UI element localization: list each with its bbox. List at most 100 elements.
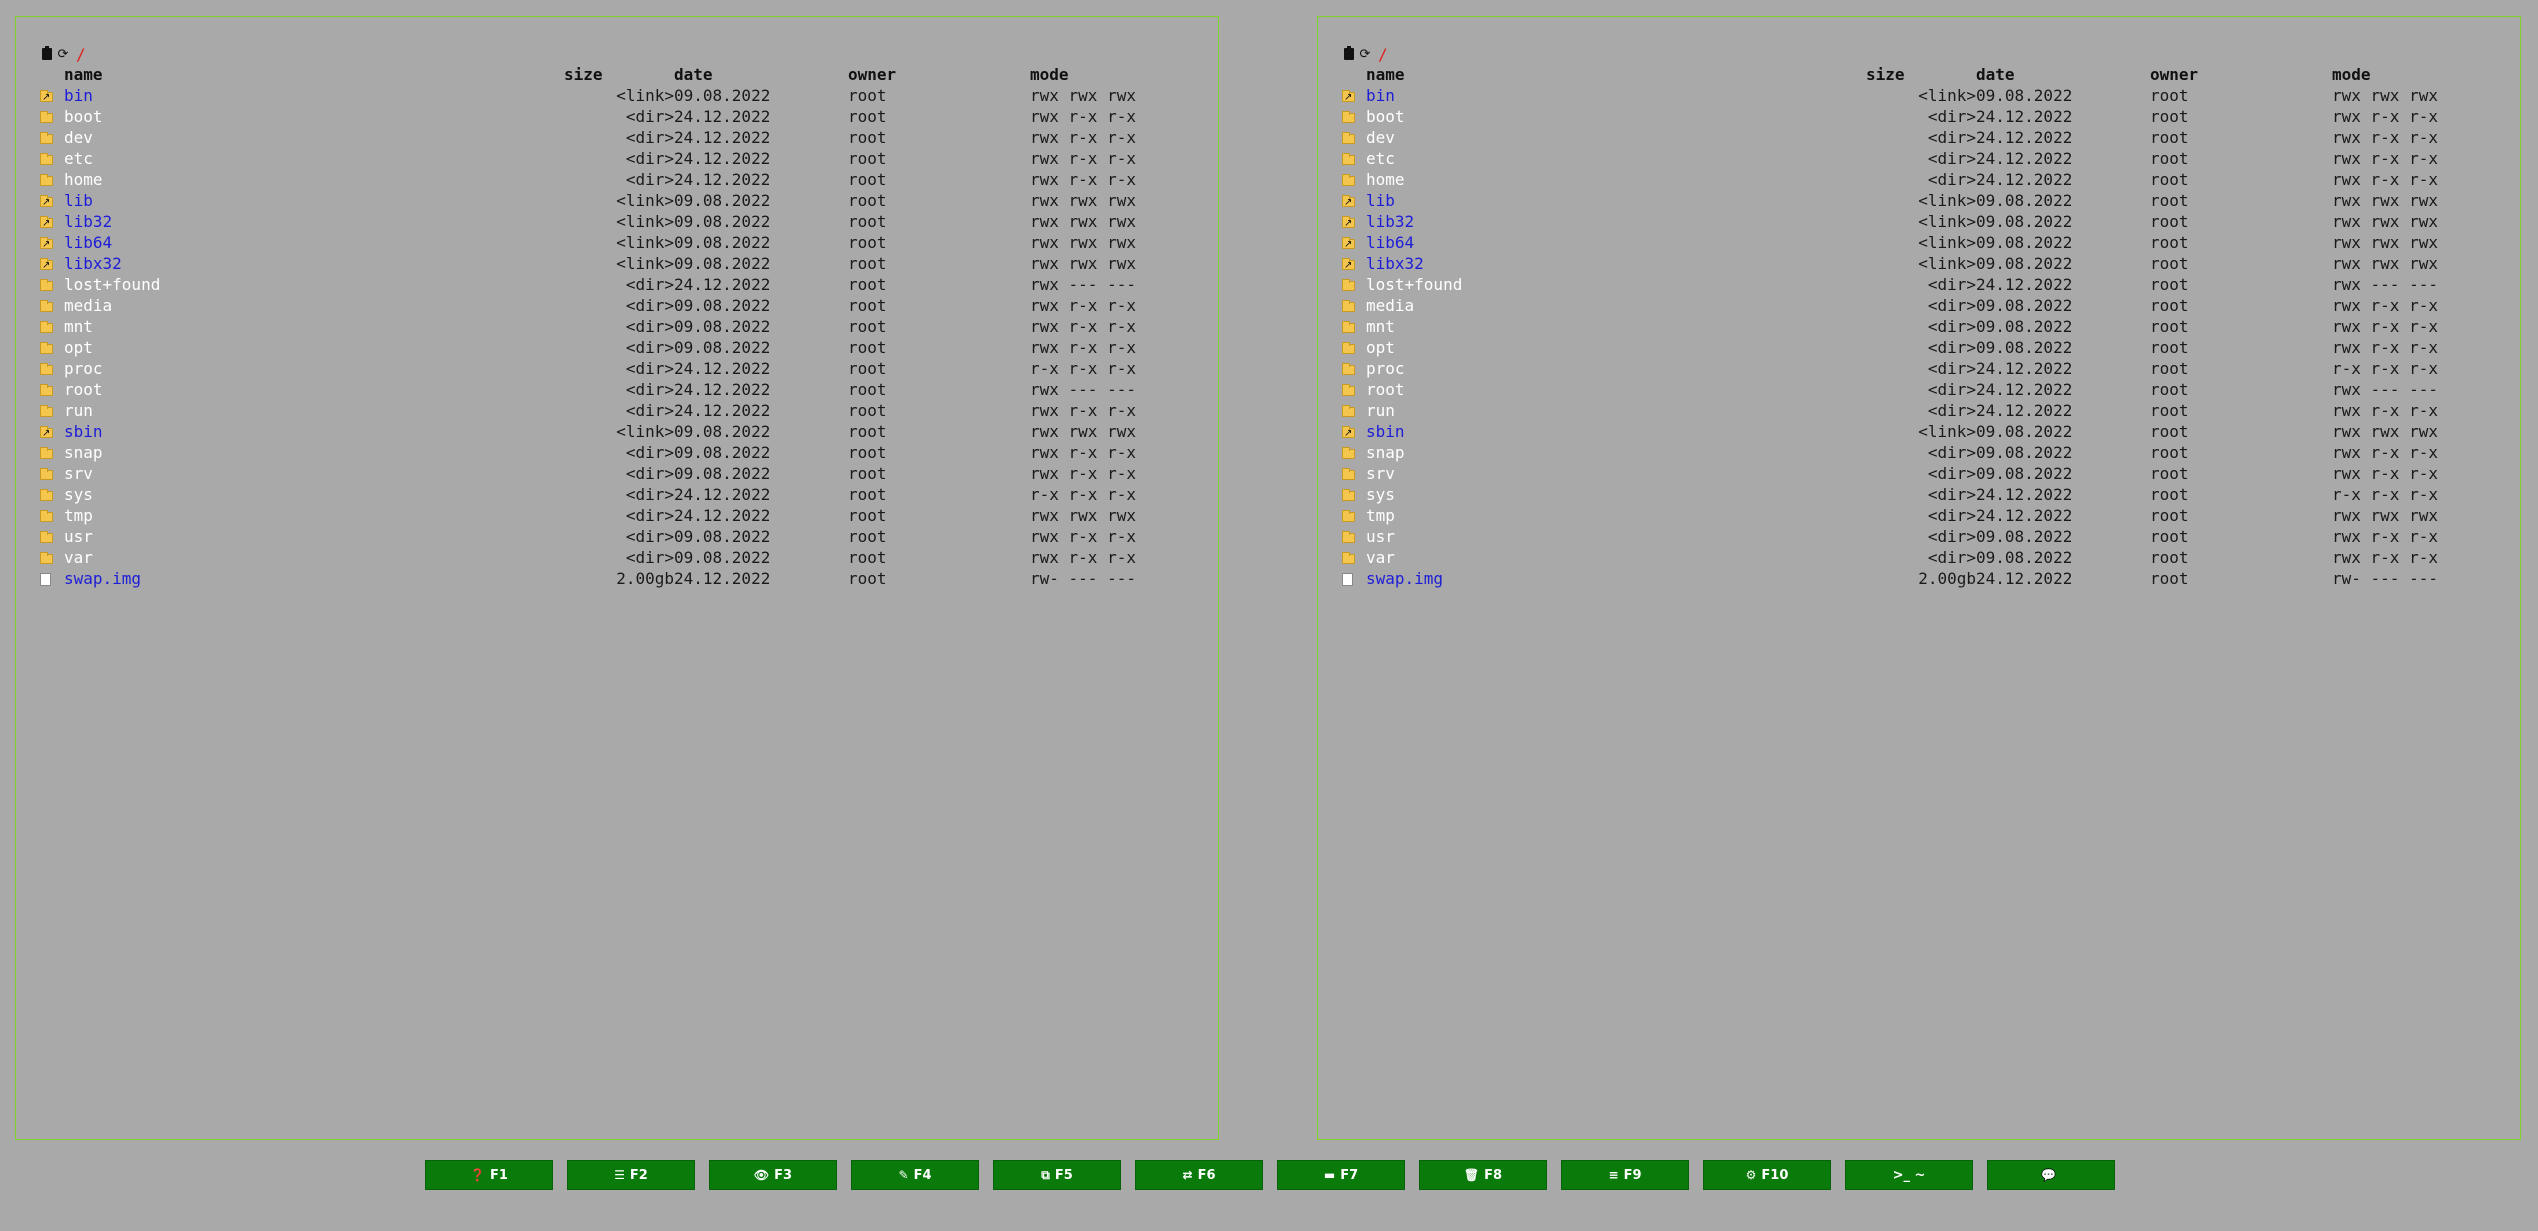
- table-row[interactable]: var <dir> 09.08.2022 root rwx r-x r-x: [1342, 547, 2492, 568]
- file-name[interactable]: boot: [64, 106, 564, 127]
- table-row[interactable]: boot <dir> 24.12.2022 root rwx r-x r-x: [40, 106, 1190, 127]
- owner-column-header[interactable]: owner: [848, 64, 1030, 85]
- function-key-4-button[interactable]: ✎ F4: [851, 1160, 979, 1190]
- mode-column-header[interactable]: mode: [1030, 64, 1190, 85]
- file-name[interactable]: dev: [64, 127, 564, 148]
- file-name[interactable]: boot: [1366, 106, 1866, 127]
- function-key-5-button[interactable]: ⧉ F5: [993, 1160, 1121, 1190]
- current-path[interactable]: /: [1378, 45, 1388, 64]
- file-name[interactable]: media: [64, 295, 564, 316]
- file-name[interactable]: var: [64, 547, 564, 568]
- table-row[interactable]: lib64 <link>09.08.2022 root rwx rwx rwx: [40, 232, 1190, 255]
- file-name[interactable]: srv: [1366, 463, 1866, 484]
- right-panel[interactable]: ⟳ / name size date owner mode bin<link>0…: [1317, 16, 2521, 1140]
- file-name[interactable]: run: [64, 400, 564, 421]
- file-name[interactable]: lib64: [64, 232, 564, 253]
- table-row[interactable]: sbin <link>09.08.2022 root rwx rwx rwx: [40, 421, 1190, 444]
- function-key-11-button[interactable]: >_ ~: [1845, 1160, 1973, 1190]
- table-row[interactable]: lost+found <dir> 24.12.2022 root rwx --- ---: [40, 274, 1190, 295]
- file-name[interactable]: usr: [64, 526, 564, 547]
- file-name[interactable]: home: [1366, 169, 1866, 190]
- table-row[interactable]: srv <dir> 09.08.2022 root rwx r-x r-x: [40, 463, 1190, 484]
- function-key-3-button[interactable]: 👁 F3: [709, 1160, 837, 1190]
- refresh-icon[interactable]: ⟳: [1358, 46, 1372, 62]
- table-row[interactable]: snap <dir> 09.08.2022 root rwx r-x r-x: [1342, 442, 2492, 463]
- file-name[interactable]: mnt: [1366, 316, 1866, 337]
- table-row[interactable]: media <dir> 09.08.2022 root rwx r-x r-x: [40, 295, 1190, 316]
- file-name[interactable]: tmp: [64, 505, 564, 526]
- file-name[interactable]: sys: [1366, 484, 1866, 505]
- table-row[interactable]: libx32 <link>09.08.2022 root rwx rwx rwx: [40, 253, 1190, 276]
- table-row[interactable]: home <dir> 24.12.2022 root rwx r-x r-x: [40, 169, 1190, 190]
- table-row[interactable]: swap.img 2.00gb 24.12.2022 root rw- --- ---: [1342, 568, 2492, 589]
- clipboard-icon[interactable]: [1342, 46, 1356, 62]
- function-key-6-button[interactable]: ⇄ F6: [1135, 1160, 1263, 1190]
- name-column-header[interactable]: name: [64, 64, 564, 85]
- file-name[interactable]: proc: [1366, 358, 1866, 379]
- table-row[interactable]: mnt <dir> 09.08.2022 root rwx r-x r-x: [1342, 316, 2492, 337]
- file-name[interactable]: sbin: [1366, 421, 1866, 442]
- file-name[interactable]: opt: [1366, 337, 1866, 358]
- file-name[interactable]: lost+found: [1366, 274, 1866, 295]
- file-name[interactable]: lib64: [1366, 232, 1866, 253]
- owner-column-header[interactable]: owner: [2150, 64, 2332, 85]
- table-row[interactable]: mnt <dir> 09.08.2022 root rwx r-x r-x: [40, 316, 1190, 337]
- table-row[interactable]: sbin <link>09.08.2022 root rwx rwx rwx: [1342, 421, 2492, 444]
- table-row[interactable]: run <dir> 24.12.2022 root rwx r-x r-x: [1342, 400, 2492, 421]
- table-row[interactable]: usr <dir> 09.08.2022 root rwx r-x r-x: [1342, 526, 2492, 547]
- table-row[interactable]: opt <dir> 09.08.2022 root rwx r-x r-x: [1342, 337, 2492, 358]
- date-column-header[interactable]: date: [1976, 64, 2150, 85]
- table-row[interactable]: dev <dir> 24.12.2022 root rwx r-x r-x: [1342, 127, 2492, 148]
- file-name[interactable]: var: [1366, 547, 1866, 568]
- table-row[interactable]: lib <link>09.08.2022 root rwx rwx rwx: [40, 190, 1190, 213]
- table-row[interactable]: proc <dir> 24.12.2022 root r-x r-x r-x: [1342, 358, 2492, 379]
- file-name[interactable]: srv: [64, 463, 564, 484]
- table-row[interactable]: proc <dir> 24.12.2022 root r-x r-x r-x: [40, 358, 1190, 379]
- table-row[interactable]: lib64 <link>09.08.2022 root rwx rwx rwx: [1342, 232, 2492, 255]
- table-row[interactable]: home <dir> 24.12.2022 root rwx r-x r-x: [1342, 169, 2492, 190]
- file-name[interactable]: root: [64, 379, 564, 400]
- file-name[interactable]: mnt: [64, 316, 564, 337]
- file-name[interactable]: sys: [64, 484, 564, 505]
- table-row[interactable]: lib32 <link>09.08.2022 root rwx rwx rwx: [40, 211, 1190, 234]
- file-name[interactable]: libx32: [1366, 253, 1866, 274]
- function-key-10-button[interactable]: ⚙ F10: [1703, 1160, 1831, 1190]
- refresh-icon[interactable]: ⟳: [56, 46, 70, 62]
- file-name[interactable]: etc: [64, 148, 564, 169]
- table-row[interactable]: boot <dir> 24.12.2022 root rwx r-x r-x: [1342, 106, 2492, 127]
- table-row[interactable]: lib32 <link>09.08.2022 root rwx rwx rwx: [1342, 211, 2492, 234]
- table-row[interactable]: etc <dir> 24.12.2022 root rwx r-x r-x: [40, 148, 1190, 169]
- file-name[interactable]: sbin: [64, 421, 564, 442]
- file-name[interactable]: dev: [1366, 127, 1866, 148]
- file-name[interactable]: etc: [1366, 148, 1866, 169]
- table-row[interactable]: sys <dir> 24.12.2022 root r-x r-x r-x: [40, 484, 1190, 505]
- table-row[interactable]: media <dir> 09.08.2022 root rwx r-x r-x: [1342, 295, 2492, 316]
- table-row[interactable]: bin <link>09.08.2022 root rwx rwx rwx: [1342, 85, 2492, 108]
- date-column-header[interactable]: date: [674, 64, 848, 85]
- file-name[interactable]: tmp: [1366, 505, 1866, 526]
- table-row[interactable]: srv <dir> 09.08.2022 root rwx r-x r-x: [1342, 463, 2492, 484]
- file-name[interactable]: media: [1366, 295, 1866, 316]
- table-row[interactable]: swap.img 2.00gb 24.12.2022 root rw- --- ---: [40, 568, 1190, 589]
- table-row[interactable]: etc <dir> 24.12.2022 root rwx r-x r-x: [1342, 148, 2492, 169]
- table-row[interactable]: tmp <dir> 24.12.2022 root rwx rwx rwx: [40, 505, 1190, 526]
- file-name[interactable]: home: [64, 169, 564, 190]
- file-name[interactable]: swap.img: [64, 568, 564, 589]
- file-name[interactable]: lib32: [64, 211, 564, 232]
- table-row[interactable]: var <dir> 09.08.2022 root rwx r-x r-x: [40, 547, 1190, 568]
- table-row[interactable]: dev <dir> 24.12.2022 root rwx r-x r-x: [40, 127, 1190, 148]
- table-row[interactable]: opt <dir> 09.08.2022 root rwx r-x r-x: [40, 337, 1190, 358]
- table-row[interactable]: bin <link>09.08.2022 root rwx rwx rwx: [40, 85, 1190, 108]
- table-row[interactable]: root <dir> 24.12.2022 root rwx --- ---: [1342, 379, 2492, 400]
- function-key-9-button[interactable]: ≡ F9: [1561, 1160, 1689, 1190]
- function-key-12-button[interactable]: 💬: [1987, 1160, 2115, 1190]
- current-path[interactable]: /: [76, 45, 86, 64]
- file-name[interactable]: lib: [1366, 190, 1866, 211]
- file-name[interactable]: run: [1366, 400, 1866, 421]
- file-name[interactable]: lib: [64, 190, 564, 211]
- table-row[interactable]: lib <link>09.08.2022 root rwx rwx rwx: [1342, 190, 2492, 213]
- file-name[interactable]: bin: [64, 85, 564, 106]
- clipboard-icon[interactable]: [40, 46, 54, 62]
- table-row[interactable]: root <dir> 24.12.2022 root rwx --- ---: [40, 379, 1190, 400]
- table-row[interactable]: sys <dir> 24.12.2022 root r-x r-x r-x: [1342, 484, 2492, 505]
